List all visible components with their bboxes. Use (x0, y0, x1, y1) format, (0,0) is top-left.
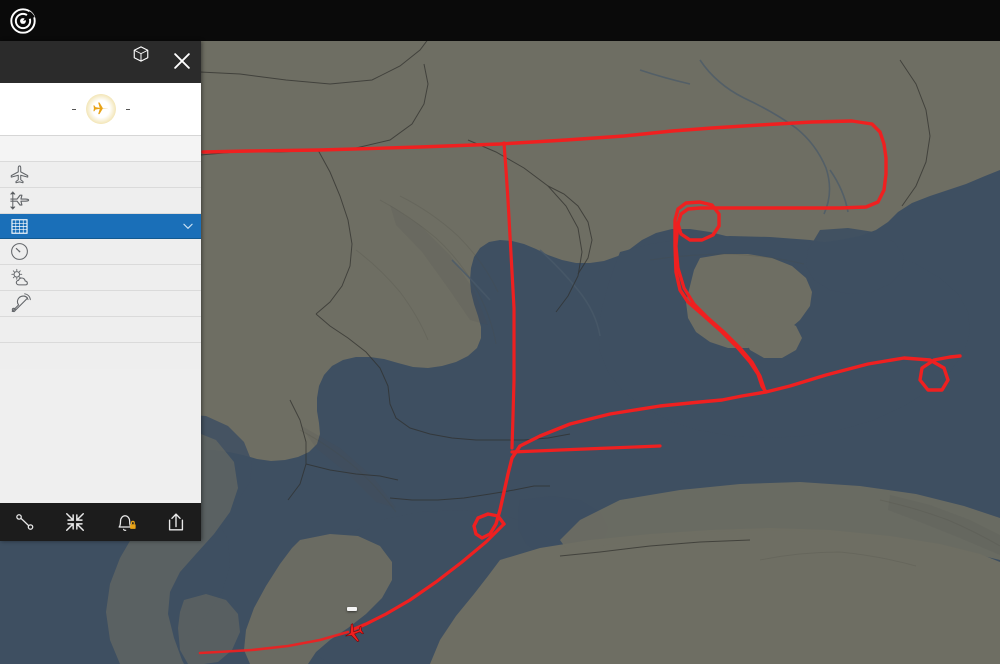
destination-airport[interactable] (125, 108, 130, 110)
share-upload-icon (168, 513, 183, 531)
field-serial-number (39, 169, 117, 172)
section-fir-uir (0, 291, 201, 317)
field-squawk (39, 347, 84, 350)
type-icon-slot (0, 136, 39, 161)
field-radar (39, 321, 195, 324)
section-position (0, 343, 201, 369)
airplane-icon (92, 102, 109, 115)
field-fir-uir (39, 295, 195, 298)
section-speed (0, 239, 201, 265)
field-temperature (117, 269, 195, 272)
panel-header (0, 41, 201, 83)
field-type (47, 140, 195, 143)
flightradar24-app (0, 0, 1000, 664)
create-alert-button[interactable] (101, 503, 151, 541)
show-route-button[interactable] (0, 503, 50, 541)
position-icon-slot (0, 343, 39, 369)
section-radar (0, 317, 201, 343)
radar-dish-icon (0, 291, 39, 316)
brand-logo[interactable] (0, 0, 200, 41)
bell-lock-icon (118, 515, 136, 531)
section-aircraft (0, 162, 201, 188)
radar-icon-slot (0, 317, 39, 342)
field-age (117, 169, 195, 172)
route-plane-indicator (84, 92, 118, 126)
plane-top-icon (10, 165, 29, 184)
main-nav (200, 0, 424, 41)
route-path-icon (16, 514, 34, 530)
section-type (0, 136, 201, 162)
altitude-icon (0, 188, 39, 213)
field-gps-altitude (39, 195, 117, 198)
field-wind (39, 269, 117, 272)
field-track (117, 195, 195, 198)
collapse-button[interactable] (50, 503, 100, 541)
weather-icon (0, 265, 39, 290)
field-latitude (84, 347, 139, 350)
route-summary (0, 83, 201, 136)
aircraft-info-panel (0, 41, 201, 541)
top-navigation-bar (0, 0, 1000, 41)
cube-icon (133, 46, 149, 62)
sun-cloud-icon (10, 268, 28, 285)
close-panel-button[interactable] (171, 50, 193, 72)
close-icon (174, 53, 190, 69)
graph-icon (0, 217, 39, 236)
chevron-icon (183, 223, 193, 229)
field-indicated-airspeed (39, 246, 117, 249)
field-mach (117, 246, 195, 249)
speedometer-icon (11, 243, 28, 260)
collapse-arrows-icon (66, 513, 85, 531)
section-weather (0, 265, 201, 291)
plane-altitude-icon (10, 191, 30, 210)
chart-grid-icon (11, 218, 28, 234)
speed-altitude-graph-toggle[interactable] (0, 214, 201, 239)
aircraft-icon (0, 162, 39, 187)
share-button[interactable] (151, 503, 201, 541)
panel-toolbar (0, 503, 201, 541)
satellite-dish-icon (11, 292, 31, 312)
3d-view-button[interactable] (123, 45, 159, 64)
section-altitude (0, 188, 201, 214)
radar-logo-icon (10, 7, 36, 34)
field-longitude (139, 347, 195, 350)
speed-icon (0, 239, 39, 264)
origin-airport[interactable] (71, 108, 76, 110)
selected-aircraft-label[interactable] (347, 607, 357, 611)
chevron-down-icon[interactable] (175, 219, 201, 233)
